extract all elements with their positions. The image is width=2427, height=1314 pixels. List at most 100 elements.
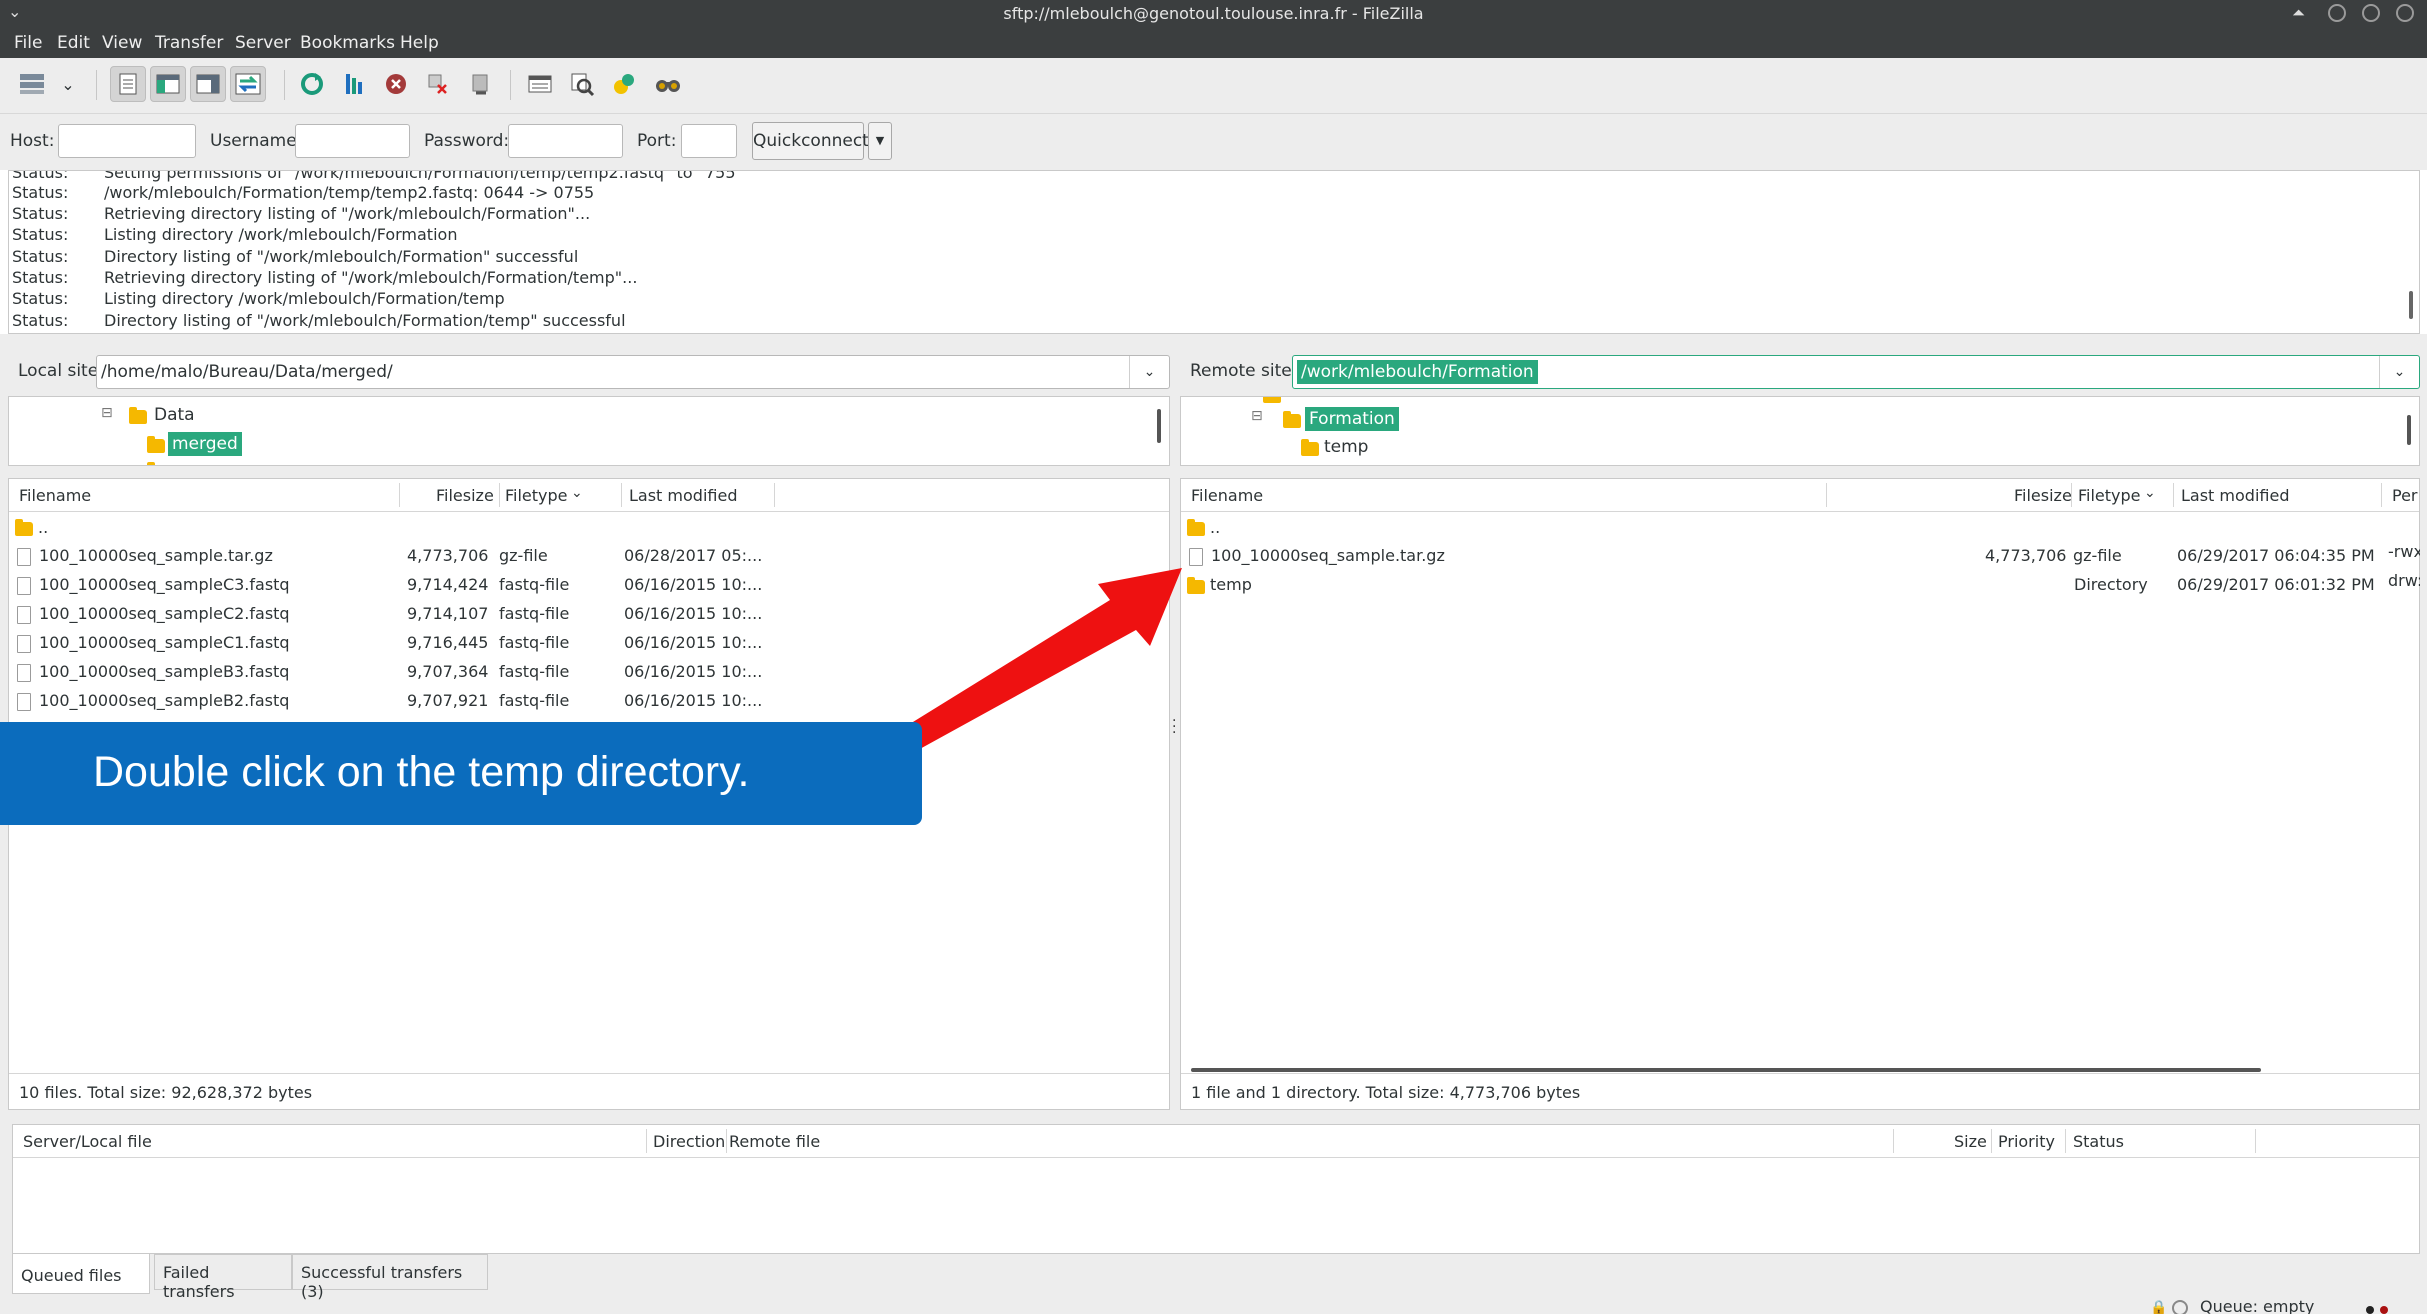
col-last-modified[interactable]: Last modified (629, 486, 737, 505)
shade-window-icon[interactable]: ⏶ (2292, 3, 2305, 23)
remote-site-label: Remote site: (1190, 361, 1298, 381)
toolbar-separator (510, 70, 511, 100)
maximize-button[interactable] (2362, 4, 2380, 22)
sync-browsing-icon[interactable] (606, 66, 642, 102)
list-item[interactable]: .. (9, 515, 1169, 543)
tab-queued-files[interactable]: Queued files (12, 1254, 150, 1294)
title-bar: ⌄ sftp://mleboulch@genotoul.toulouse.inr… (0, 0, 2427, 28)
message-log-toggle-icon[interactable] (110, 66, 146, 102)
folder-icon (147, 462, 155, 465)
remote-path-value: /work/mleboulch/Formation (1297, 360, 1538, 384)
menu-file[interactable]: File (14, 33, 42, 53)
collapse-icon[interactable]: ⊟ (1251, 408, 1263, 424)
local-tree-scrollbar[interactable] (1157, 409, 1161, 443)
collapse-icon[interactable]: ⊟ (101, 405, 113, 421)
compare-icon[interactable] (564, 66, 600, 102)
disconnect-icon[interactable] (420, 66, 456, 102)
col-size[interactable]: Size (1954, 1132, 1987, 1151)
col-filename[interactable]: Filename (19, 486, 91, 505)
instruction-callout: Double click on the temp directory. (0, 722, 922, 825)
chevron-down-icon[interactable]: ⌄ (2379, 356, 2419, 388)
col-filetype[interactable]: Filetype (505, 486, 568, 505)
dropdown-arrow-icon[interactable]: ⌄ (56, 66, 80, 102)
close-button[interactable] (2396, 4, 2414, 22)
col-filesize[interactable]: Filesize (436, 486, 494, 505)
file-icon (17, 635, 31, 653)
chevron-down-icon[interactable]: ⌄ (1129, 356, 1169, 388)
local-path-combo[interactable]: /home/malo/Bureau/Data/merged/ ⌄ (96, 355, 1170, 389)
remote-tree-scrollbar[interactable] (2407, 415, 2411, 445)
col-permissions[interactable]: Per (2392, 486, 2418, 505)
col-filename[interactable]: Filename (1191, 486, 1263, 505)
file-icon (17, 664, 31, 682)
chevron-down-icon[interactable]: ⌄ (571, 485, 583, 501)
menu-server[interactable]: Server (235, 33, 291, 53)
quickconnect-dropdown-icon[interactable]: ▼ (868, 122, 892, 160)
local-site-label: Local site: (18, 361, 104, 381)
transfer-queue-toggle-icon[interactable] (230, 66, 266, 102)
col-status[interactable]: Status (2073, 1132, 2124, 1151)
directory-filter-icon[interactable] (522, 66, 558, 102)
site-manager-icon[interactable] (14, 66, 50, 102)
folder-icon (1263, 397, 1281, 403)
tab-successful-transfers[interactable]: Successful transfers (3) (292, 1254, 488, 1301)
username-label: Username: (210, 131, 303, 151)
log-scrollbar[interactable] (2409, 291, 2413, 319)
username-input[interactable] (295, 124, 410, 158)
port-input[interactable] (681, 124, 737, 158)
search-icon[interactable] (650, 66, 686, 102)
tree-item-data[interactable]: Data (154, 405, 195, 425)
host-input[interactable] (58, 124, 196, 158)
folder-icon (147, 436, 165, 453)
queue-header: Server/Local file Direction Remote file … (13, 1125, 2419, 1158)
menu-help[interactable]: Help (400, 33, 439, 53)
list-item[interactable]: 100_10000seq_sample.tar.gz 4,773,706 gz-… (1181, 543, 2419, 571)
toolbar: ⌄ (0, 58, 2427, 114)
remote-file-list[interactable]: Filename Filesize Filetype ⌄ Last modifi… (1180, 478, 2420, 1110)
refresh-icon[interactable] (294, 66, 330, 102)
reconnect-icon[interactable] (462, 66, 498, 102)
local-list-header: Filename Filesize Filetype ⌄ Last modifi… (9, 479, 1169, 512)
remote-horizontal-scrollbar[interactable] (1191, 1068, 2261, 1072)
menu-bar: File Edit View Transfer Server Bookmarks… (0, 28, 2427, 58)
list-item[interactable]: .. (1181, 515, 2419, 543)
tab-failed-transfers[interactable]: Failed transfers (154, 1254, 292, 1301)
menu-view[interactable]: View (102, 33, 142, 53)
col-remote-file[interactable]: Remote file (729, 1132, 820, 1151)
transfer-queue[interactable]: Server/Local file Direction Remote file … (12, 1124, 2420, 1254)
quickconnect-button[interactable]: Quickconnect (752, 122, 869, 160)
list-item-temp[interactable]: temp Directory 06/29/2017 06:01:32 PM (1181, 572, 2419, 600)
col-last-modified[interactable]: Last modified (2181, 486, 2289, 505)
toolbar-separator (96, 70, 97, 100)
activity-led-icon (2366, 1306, 2374, 1314)
local-summary: 10 files. Total size: 92,628,372 bytes (19, 1083, 313, 1102)
menu-edit[interactable]: Edit (57, 33, 90, 53)
col-filesize[interactable]: Filesize (2014, 486, 2072, 505)
minimize-button[interactable] (2328, 4, 2346, 22)
col-server-local-file[interactable]: Server/Local file (23, 1132, 152, 1151)
file-icon (17, 693, 31, 711)
remote-tree[interactable]: ⊟ Formation temp (1180, 396, 2420, 466)
process-queue-icon[interactable] (336, 66, 372, 102)
tree-item-formation[interactable]: Formation (1305, 407, 1399, 431)
chevron-down-icon[interactable]: ⌄ (2144, 485, 2156, 501)
message-log[interactable]: Status: Setting permissions of "/work/mle… (8, 170, 2420, 334)
password-input[interactable] (508, 124, 623, 158)
menu-transfer[interactable]: Transfer (155, 33, 223, 53)
tree-item-temp[interactable]: temp (1324, 437, 1368, 457)
menu-bookmarks[interactable]: Bookmarks (300, 33, 395, 53)
remote-tree-toggle-icon[interactable] (190, 66, 226, 102)
cancel-icon[interactable] (378, 66, 414, 102)
col-filetype[interactable]: Filetype (2078, 486, 2141, 505)
local-tree-toggle-icon[interactable] (150, 66, 186, 102)
col-priority[interactable]: Priority (1998, 1132, 2055, 1151)
remote-path-combo[interactable]: /work/mleboulch/Formation ⌄ (1292, 355, 2420, 389)
local-tree[interactable]: ⊟ Data merged (8, 396, 1170, 466)
speed-limit-icon[interactable] (2172, 1300, 2188, 1314)
col-direction[interactable]: Direction (653, 1132, 725, 1151)
toolbar-separator (284, 70, 285, 100)
activity-led-icon (2380, 1306, 2388, 1314)
port-label: Port: (637, 131, 677, 151)
local-path-value: /home/malo/Bureau/Data/merged/ (101, 362, 393, 382)
tree-item-merged[interactable]: merged (168, 432, 242, 456)
